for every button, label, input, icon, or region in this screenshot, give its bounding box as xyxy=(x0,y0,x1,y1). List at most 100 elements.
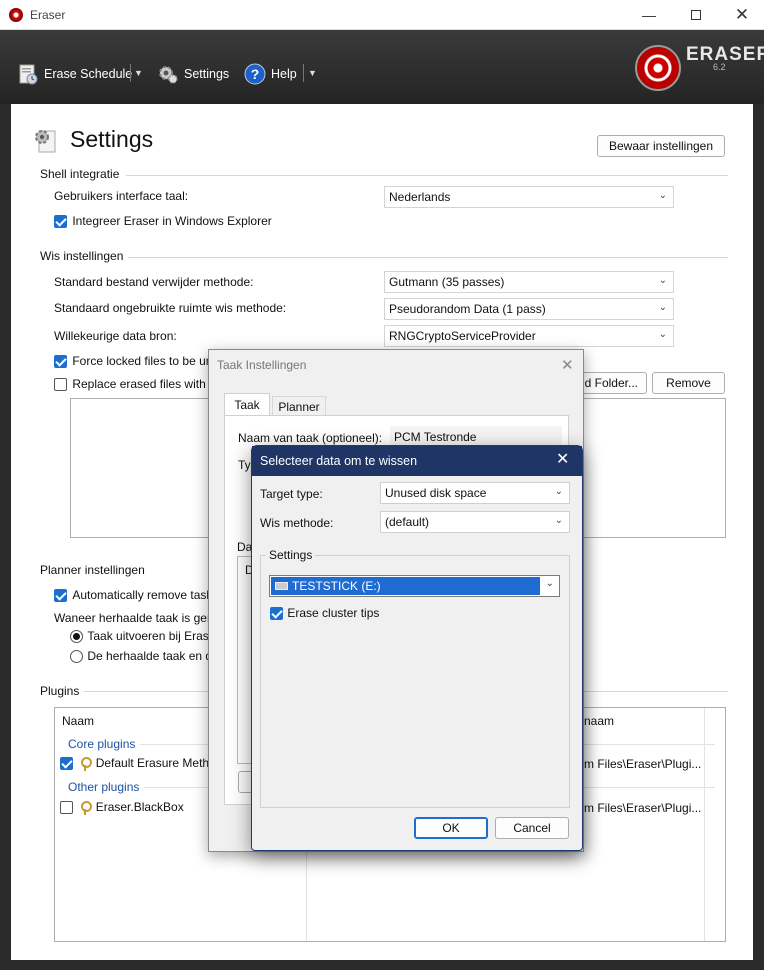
core-plugins-group: Core plugins xyxy=(68,737,136,751)
erase-section-heading: Wis instellingen xyxy=(40,249,124,263)
tab-scheduler-label: Planner xyxy=(278,399,320,414)
target-type-select[interactable]: Unused disk space ⌄ xyxy=(380,482,570,504)
plugin-name: Eraser.BlackBox xyxy=(95,800,184,814)
select-dialog-close-button[interactable]: ✕ xyxy=(556,449,569,469)
chevron-down-icon: ⌄ xyxy=(554,515,563,526)
page-title: Settings xyxy=(70,126,154,152)
random-source-select[interactable]: RNGCryptoServiceProvider ⌄ xyxy=(384,325,674,347)
space-method-select[interactable]: Pseudorandom Data (1 pass) ⌄ xyxy=(384,298,674,320)
close-window-button[interactable]: ✕ xyxy=(719,0,764,30)
erase-cluster-tips-checkbox[interactable]: Erase cluster tips xyxy=(270,606,380,621)
chevron-down-icon: ⌄ xyxy=(554,486,563,497)
select-dialog-title: Selecteer data om te wissen xyxy=(260,454,418,468)
checkbox-unchecked-icon xyxy=(54,378,67,392)
chevron-down-icon: ▼ xyxy=(308,68,317,78)
column-divider xyxy=(704,708,705,941)
settings-page-icon xyxy=(33,128,59,154)
skip-task-label: De herhaalde taak en do xyxy=(87,649,219,663)
task-name-label: Naam van taak (optioneel): xyxy=(238,431,383,445)
gear-icon xyxy=(157,63,179,85)
random-source-label: Willekeurige data bron: xyxy=(54,329,177,343)
auto-remove-checkbox[interactable]: Automatically remove task xyxy=(54,588,213,603)
erase-cluster-tips-label: Erase cluster tips xyxy=(287,606,380,620)
tab-scheduler[interactable]: Planner xyxy=(272,396,326,416)
drive-select[interactable]: TESTSTICK (E:) ⌄ xyxy=(269,575,560,597)
eraser-app-icon xyxy=(9,8,23,22)
erase-schedule-dropdown[interactable]: ▼ xyxy=(134,68,143,78)
checkbox-checked-icon xyxy=(54,215,67,229)
maximize-icon xyxy=(691,10,701,20)
plugins-name-column-header[interactable]: Naam xyxy=(62,714,94,728)
key-icon xyxy=(80,756,93,771)
space-method-value: Pseudorandom Data (1 pass) xyxy=(389,302,546,316)
chevron-down-icon: ⌄ xyxy=(658,329,667,340)
tab-task-label: Taak xyxy=(234,398,260,412)
plugin-row-default-erasure[interactable]: Default Erasure Metho xyxy=(60,756,216,771)
language-select[interactable]: Nederlands ⌄ xyxy=(384,186,674,208)
logo-version: 6.2 xyxy=(713,62,726,72)
language-label: Gebruikers interface taal: xyxy=(54,189,189,203)
plugin-path: m Files\Eraser\Plugi... xyxy=(584,801,702,815)
minimize-icon: — xyxy=(642,7,656,23)
checkbox-checked-icon xyxy=(54,589,67,603)
save-settings-button[interactable]: Bewaar instellingen xyxy=(597,135,725,157)
target-type-label: Target type: xyxy=(260,487,323,501)
task-dialog-close-button[interactable]: ✕ xyxy=(561,356,574,374)
usb-drive-icon xyxy=(275,582,288,590)
help-dropdown[interactable]: ▼ xyxy=(308,68,317,78)
drive-value: TESTSTICK (E:) xyxy=(292,579,381,593)
chevron-down-icon: ⌄ xyxy=(658,275,667,286)
divider xyxy=(128,257,728,258)
help-button[interactable]: ? Help xyxy=(244,60,297,88)
plugins-path-column-header[interactable]: naam xyxy=(584,714,614,728)
checkbox-checked-icon xyxy=(60,757,73,771)
replace-erased-label: Replace erased files with th xyxy=(72,377,220,391)
svg-text:?: ? xyxy=(251,66,260,82)
help-label: Help xyxy=(271,67,297,81)
auto-remove-label: Automatically remove task xyxy=(72,588,213,602)
erase-schedule-button[interactable]: Erase Schedule xyxy=(17,60,132,88)
cancel-button[interactable]: Cancel xyxy=(495,817,569,839)
maximize-button[interactable] xyxy=(673,0,719,30)
task-name-value: PCM Testronde xyxy=(394,430,477,444)
recurring-label: Waneer herhaalde taak is gem xyxy=(54,611,217,625)
chevron-down-icon: ⌄ xyxy=(658,302,667,313)
integrate-explorer-label: Integreer Eraser in Windows Explorer xyxy=(72,214,272,228)
chevron-down-icon: ▼ xyxy=(134,68,143,78)
erase-method-value: (default) xyxy=(385,515,430,529)
file-method-label: Standard bestand verwijder methode: xyxy=(54,275,254,289)
space-method-label: Standaard ongebruikte ruimte wis methode… xyxy=(54,301,287,315)
force-locked-checkbox[interactable]: Force locked files to be un xyxy=(54,354,212,369)
erase-method-select[interactable]: (default) ⌄ xyxy=(380,511,570,533)
plugin-row-blackbox[interactable]: Eraser.BlackBox xyxy=(60,800,184,815)
run-task-label: Taak uitvoeren bij Erase xyxy=(87,629,216,643)
help-icon: ? xyxy=(244,63,266,85)
target-type-value: Unused disk space xyxy=(385,486,487,500)
plugin-name: Default Erasure Metho xyxy=(95,756,216,770)
chevron-down-icon: ⌄ xyxy=(658,190,667,201)
settings-button[interactable]: Settings xyxy=(157,60,229,88)
divider xyxy=(126,175,728,176)
scheduler-section-heading: Planner instellingen xyxy=(40,563,145,577)
erase-schedule-label: Erase Schedule xyxy=(44,67,133,81)
replace-erased-checkbox[interactable]: Replace erased files with th xyxy=(54,377,220,392)
toolbar-separator xyxy=(303,64,304,82)
skip-task-radio[interactable]: De herhaalde taak en do xyxy=(70,649,219,664)
radio-selected-icon xyxy=(70,630,83,644)
chevron-down-icon: ⌄ xyxy=(545,578,554,589)
window-title: Eraser xyxy=(30,8,66,22)
settings-group-label: Settings xyxy=(266,548,316,562)
random-source-value: RNGCryptoServiceProvider xyxy=(389,329,536,343)
tab-task[interactable]: Taak xyxy=(224,393,270,416)
ok-button[interactable]: OK xyxy=(414,817,488,839)
run-task-radio[interactable]: Taak uitvoeren bij Erase xyxy=(70,629,216,644)
remove-button[interactable]: Remove xyxy=(652,372,725,394)
close-icon: ✕ xyxy=(556,451,570,468)
checkbox-unchecked-icon xyxy=(60,801,73,815)
schedule-icon xyxy=(17,63,39,85)
minimize-button[interactable]: — xyxy=(626,0,672,30)
close-icon: ✕ xyxy=(734,5,750,24)
file-method-select[interactable]: Gutmann (35 passes) ⌄ xyxy=(384,271,674,293)
erase-method-label: Wis methode: xyxy=(260,516,334,530)
integrate-explorer-checkbox[interactable]: Integreer Eraser in Windows Explorer xyxy=(54,214,272,229)
